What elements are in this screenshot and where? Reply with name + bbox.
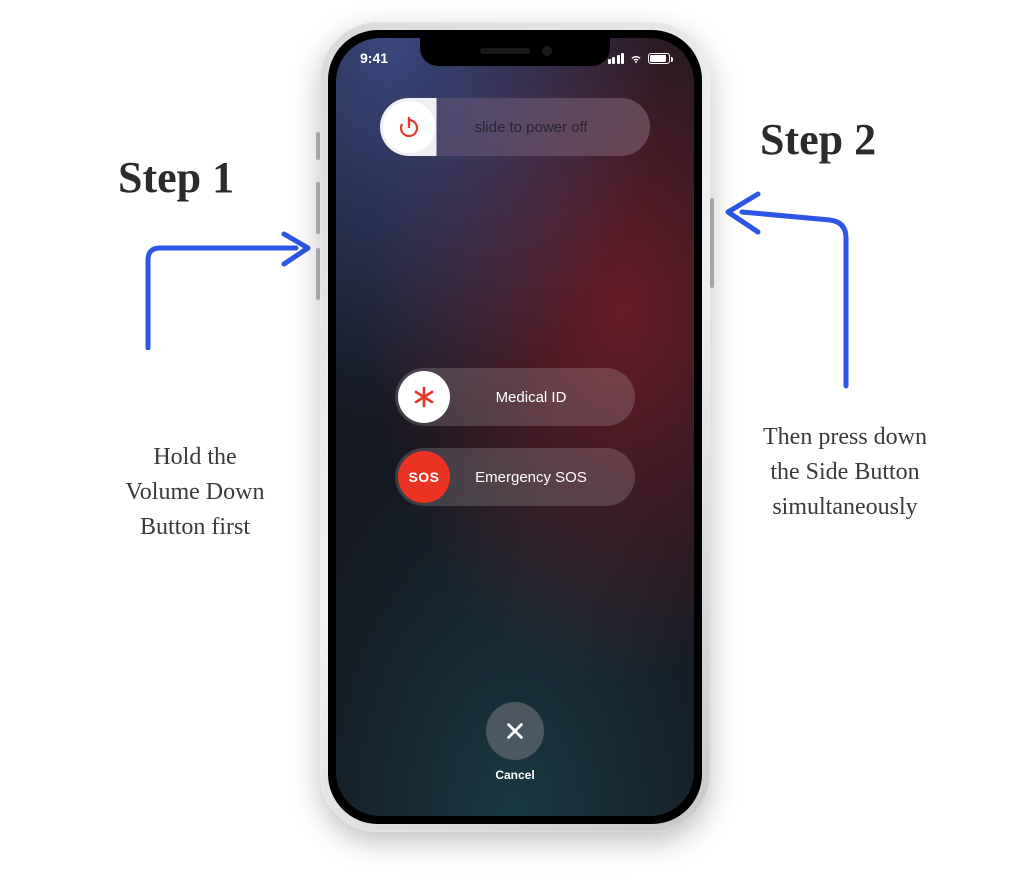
- phone-mockup: 9:41 slide to power off: [320, 22, 710, 832]
- step1-title: Step 1: [118, 152, 234, 203]
- status-time: 9:41: [360, 50, 388, 66]
- phone-screen: 9:41 slide to power off: [336, 38, 694, 816]
- cancel-label: Cancel: [486, 768, 544, 782]
- emergency-sos-slider[interactable]: SOS Emergency SOS: [395, 448, 635, 506]
- sos-icon: SOS: [398, 451, 450, 503]
- side-button: [710, 198, 714, 288]
- medical-id-label: Medical ID: [453, 389, 635, 406]
- step2-arrow: [718, 190, 868, 390]
- emergency-sos-label: Emergency SOS: [453, 469, 635, 486]
- cellular-signal-icon: [608, 53, 625, 64]
- medical-icon: [398, 371, 450, 423]
- wifi-icon: [629, 51, 643, 65]
- battery-icon: [648, 53, 670, 64]
- status-bar: 9:41: [336, 48, 694, 68]
- power-off-slider[interactable]: slide to power off: [380, 98, 650, 156]
- cancel-button[interactable]: [486, 702, 544, 760]
- power-off-label: slide to power off: [438, 119, 650, 136]
- power-icon: [383, 101, 435, 153]
- step1-description: Hold theVolume DownButton first: [100, 440, 290, 544]
- medical-id-slider[interactable]: Medical ID: [395, 368, 635, 426]
- close-icon: [504, 720, 526, 742]
- step1-arrow: [136, 230, 326, 350]
- step2-title: Step 2: [760, 114, 876, 165]
- step2-description: Then press downthe Side Buttonsimultaneo…: [730, 420, 960, 524]
